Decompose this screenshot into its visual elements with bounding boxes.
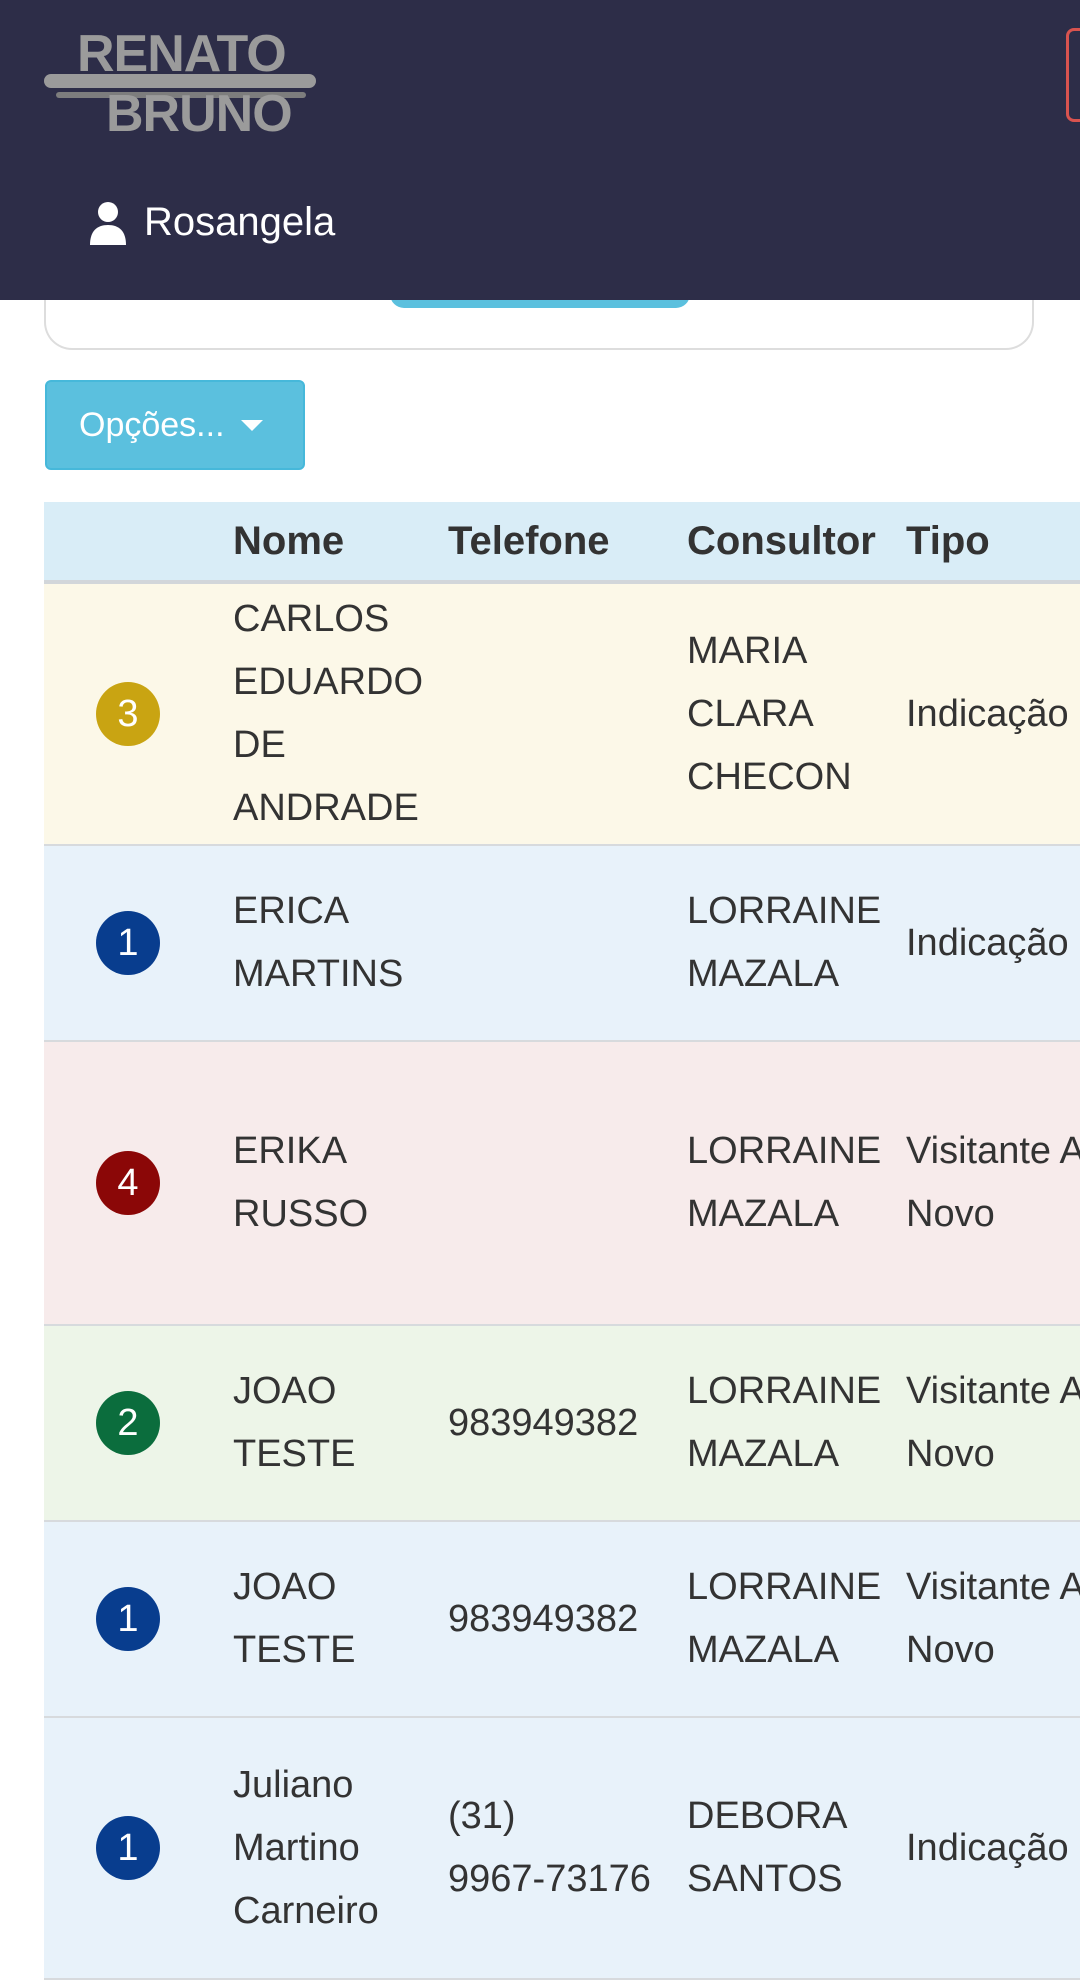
cell-tipo: Indicação <box>906 692 1069 735</box>
options-dropdown-button[interactable]: Opções... <box>45 380 305 470</box>
cell-consultor: MARIA CLARA CHECON <box>687 629 852 798</box>
column-header-nome[interactable]: Nome <box>233 502 344 580</box>
cell-tipo: Visitante A Novo <box>906 1370 1080 1475</box>
cell-telefone: 983949382 <box>448 1597 639 1640</box>
header-action-button[interactable] <box>1066 28 1080 122</box>
priority-badge: 4 <box>96 1151 160 1215</box>
table-row[interactable]: 2 JOAO TESTE 983949382 LORRAINE MAZALA V… <box>44 1326 1080 1522</box>
cell-tipo: Indicação <box>906 921 1069 964</box>
cell-consultor: LORRAINE MAZALA <box>687 1130 882 1235</box>
options-button-label: Opções... <box>79 405 225 444</box>
cell-nome: JOAO TESTE <box>233 1566 356 1671</box>
user-icon <box>90 201 126 245</box>
leads-table: Nome Telefone Consultor Tipo 3 CARLOS ED… <box>44 502 1080 1980</box>
cell-tipo: Visitante A Novo <box>906 1566 1080 1671</box>
logo-text-line1: RENATO <box>77 25 287 83</box>
priority-badge: 1 <box>96 1816 160 1880</box>
table-row[interactable]: 1 JOAO TESTE 983949382 LORRAINE MAZALA V… <box>44 1522 1080 1718</box>
app-header: RENATO BRUNO Rosangela <box>0 0 1080 300</box>
table-row[interactable]: 3 CARLOS EDUARDO DE ANDRADE MARIA CLARA … <box>44 584 1080 846</box>
column-header-telefone[interactable]: Telefone <box>448 502 610 580</box>
logo-text-line2: BRUNO <box>106 85 293 143</box>
cell-tipo: Indicação <box>906 1826 1069 1869</box>
cell-nome: CARLOS EDUARDO DE ANDRADE <box>233 598 424 829</box>
cell-nome: ERIKA RUSSO <box>233 1130 369 1235</box>
column-header-tipo[interactable]: Tipo <box>906 502 990 580</box>
table-header: Nome Telefone Consultor Tipo <box>44 502 1080 584</box>
cell-telefone: (31) 9967-73176 <box>448 1795 651 1900</box>
cell-telefone <box>448 846 688 1040</box>
user-name: Rosangela <box>144 200 336 244</box>
caret-down-icon <box>240 419 263 431</box>
cell-consultor: LORRAINE MAZALA <box>687 1566 882 1671</box>
priority-badge: 1 <box>96 1587 160 1651</box>
cell-nome: JOAO TESTE <box>233 1370 356 1475</box>
priority-badge: 2 <box>96 1391 160 1455</box>
cell-consultor: DEBORA SANTOS <box>687 1795 848 1900</box>
user-menu[interactable]: Rosangela <box>88 200 335 245</box>
cell-consultor: LORRAINE MAZALA <box>687 890 882 995</box>
column-header-consultor[interactable]: Consultor <box>687 502 876 580</box>
table-row[interactable]: 1 Juliano Martino Carneiro (31) 9967-731… <box>44 1718 1080 1980</box>
cell-nome: ERICA MARTINS <box>233 890 404 995</box>
cell-consultor: LORRAINE MAZALA <box>687 1370 882 1475</box>
cell-telefone <box>448 1042 688 1324</box>
priority-badge: 1 <box>96 911 160 975</box>
table-row[interactable]: 1 ERICA MARTINS LORRAINE MAZALA Indicaçã… <box>44 846 1080 1042</box>
renato-bruno-logo[interactable]: RENATO BRUNO <box>44 22 319 140</box>
cell-telefone: 983949382 <box>448 1401 639 1444</box>
cell-nome: Juliano Martino Carneiro <box>233 1763 379 1932</box>
cell-telefone <box>448 584 688 844</box>
table-row[interactable]: 4 ERIKA RUSSO LORRAINE MAZALA Visitante … <box>44 1042 1080 1326</box>
priority-badge: 3 <box>96 682 160 746</box>
cell-tipo: Visitante A Novo <box>906 1130 1080 1235</box>
